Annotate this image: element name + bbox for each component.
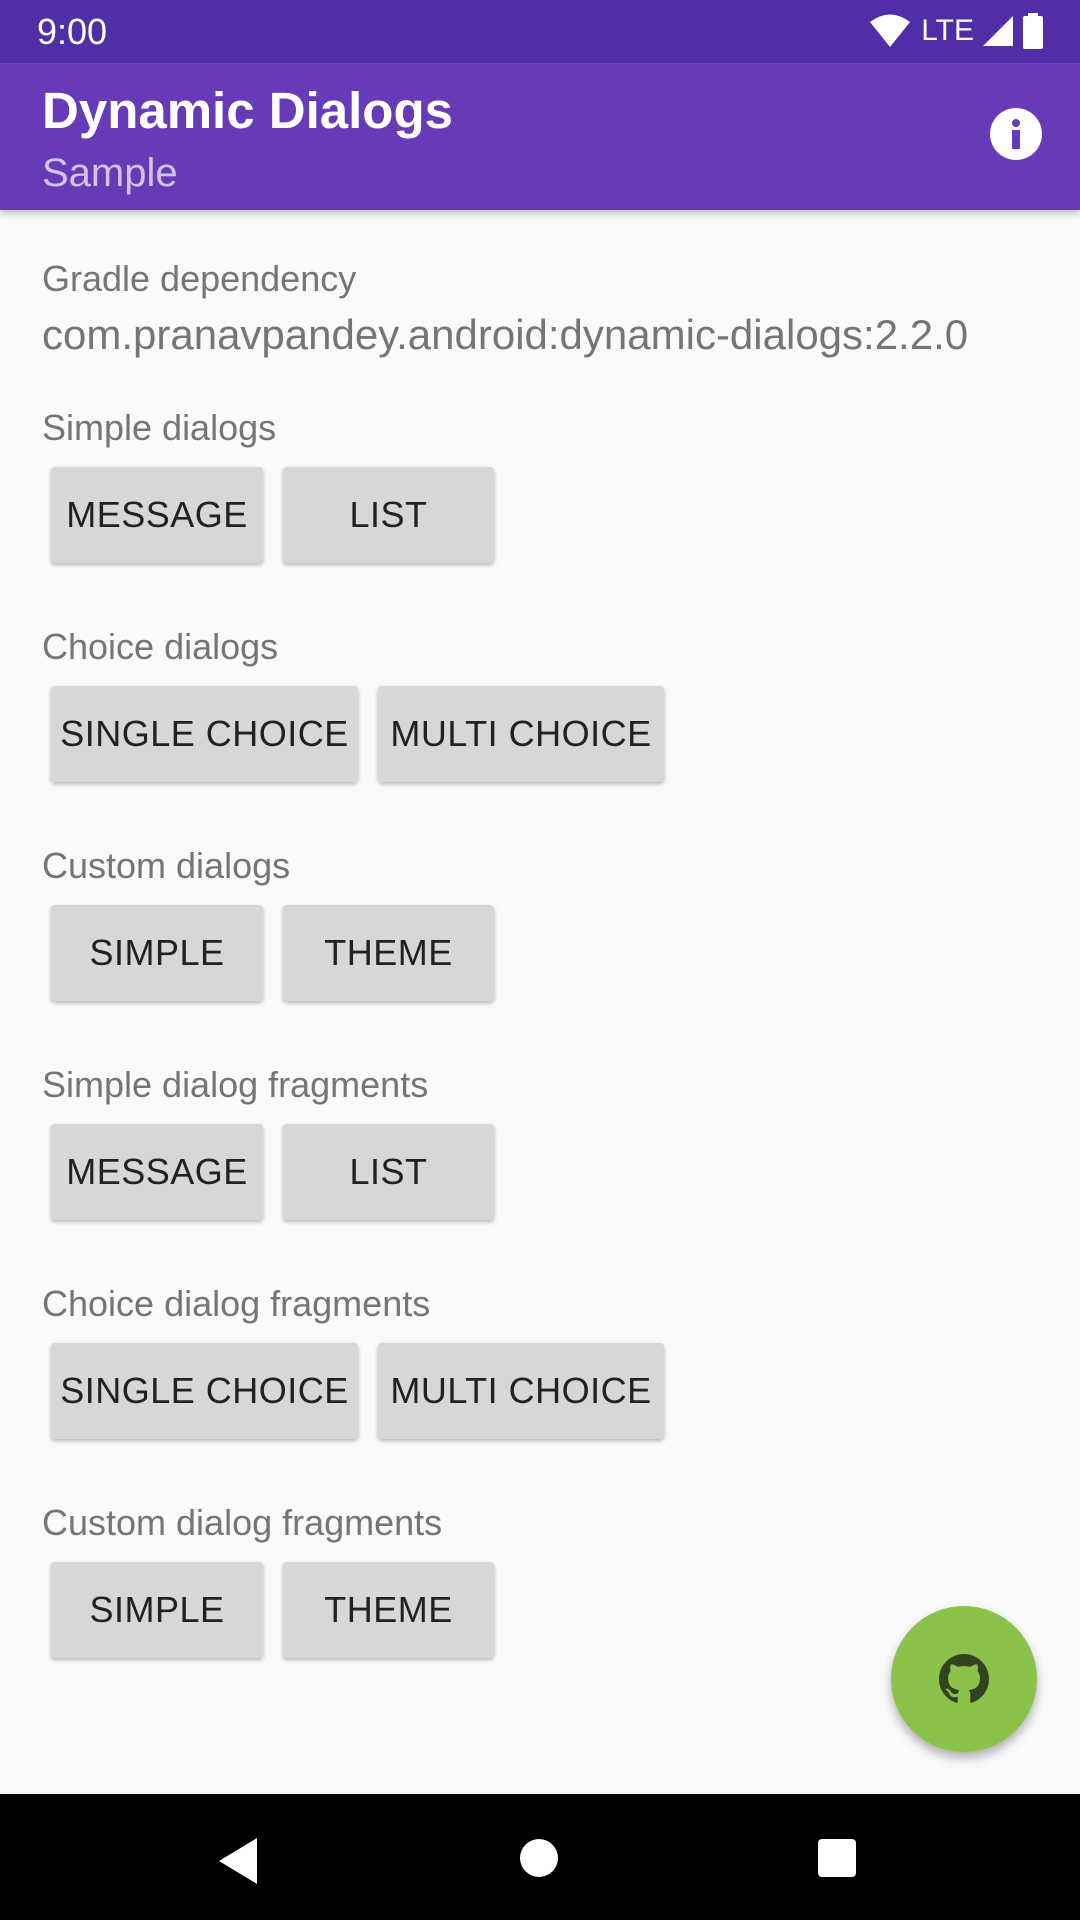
- choice-multi-button[interactable]: MULTI CHOICE: [378, 686, 664, 782]
- app-bar: Dynamic Dialogs Sample: [0, 63, 1080, 210]
- simple-message-button[interactable]: MESSAGE: [51, 467, 263, 563]
- wifi-icon: [870, 14, 911, 47]
- button-label: THEME: [324, 1589, 453, 1630]
- custom-simple-button[interactable]: SIMPLE: [51, 905, 263, 1001]
- dependency-label: Gradle dependency: [42, 258, 357, 299]
- button-label: MESSAGE: [66, 1151, 248, 1192]
- app-subtitle: Sample: [42, 151, 178, 195]
- network-type: LTE: [921, 14, 974, 47]
- simple-list-button[interactable]: LIST: [283, 467, 494, 563]
- cell-signal-icon: [983, 16, 1013, 46]
- button-label: MULTI CHOICE: [390, 1370, 652, 1411]
- fragment-simple-button[interactable]: SIMPLE: [51, 1562, 263, 1658]
- button-label: THEME: [324, 932, 453, 973]
- dependency-value: com.pranavpandey.android:dynamic-dialogs…: [42, 311, 969, 358]
- status-bar: 9:00 LTE: [0, 0, 1080, 63]
- choice-single-button[interactable]: SINGLE CHOICE: [51, 686, 358, 782]
- info-icon-stem: [1012, 130, 1020, 149]
- back-icon[interactable]: [219, 1838, 257, 1884]
- section-label-choice-dialog-fragments: Choice dialog fragments: [42, 1283, 431, 1324]
- recents-icon[interactable]: [818, 1839, 856, 1877]
- button-label: SINGLE CHOICE: [60, 1370, 349, 1411]
- fragment-message-button[interactable]: MESSAGE: [51, 1124, 263, 1220]
- section-label-choice-dialogs: Choice dialogs: [42, 626, 279, 667]
- fragment-multi-choice-button[interactable]: MULTI CHOICE: [378, 1343, 664, 1439]
- info-icon-dot: [1012, 119, 1020, 127]
- fragment-single-choice-button[interactable]: SINGLE CHOICE: [51, 1343, 358, 1439]
- button-label: LIST: [349, 1151, 428, 1192]
- home-icon[interactable]: [520, 1839, 558, 1877]
- info-icon[interactable]: [990, 108, 1042, 160]
- battery-icon: [1023, 13, 1043, 49]
- custom-theme-button[interactable]: THEME: [283, 905, 494, 1001]
- section-label-simple-dialog-fragments: Simple dialog fragments: [42, 1064, 429, 1105]
- github-fab-button[interactable]: [891, 1606, 1037, 1752]
- fragment-list-button[interactable]: LIST: [283, 1124, 494, 1220]
- github-icon: [939, 1654, 989, 1703]
- button-label: SIMPLE: [89, 1589, 225, 1630]
- button-label: MESSAGE: [66, 494, 248, 535]
- system-nav-bar: [0, 1794, 1080, 1920]
- section-label-custom-dialog-fragments: Custom dialog fragments: [42, 1502, 443, 1543]
- status-time: 9:00: [37, 11, 108, 52]
- app-title: Dynamic Dialogs: [42, 82, 453, 139]
- fragment-theme-button[interactable]: THEME: [283, 1562, 494, 1658]
- button-label: SINGLE CHOICE: [60, 713, 349, 754]
- button-label: MULTI CHOICE: [390, 713, 652, 754]
- button-label: SIMPLE: [89, 932, 225, 973]
- status-icons: LTE: [869, 12, 1044, 50]
- section-label-custom-dialogs: Custom dialogs: [42, 845, 291, 886]
- section-label-simple-dialogs: Simple dialogs: [42, 407, 277, 448]
- button-label: LIST: [349, 494, 428, 535]
